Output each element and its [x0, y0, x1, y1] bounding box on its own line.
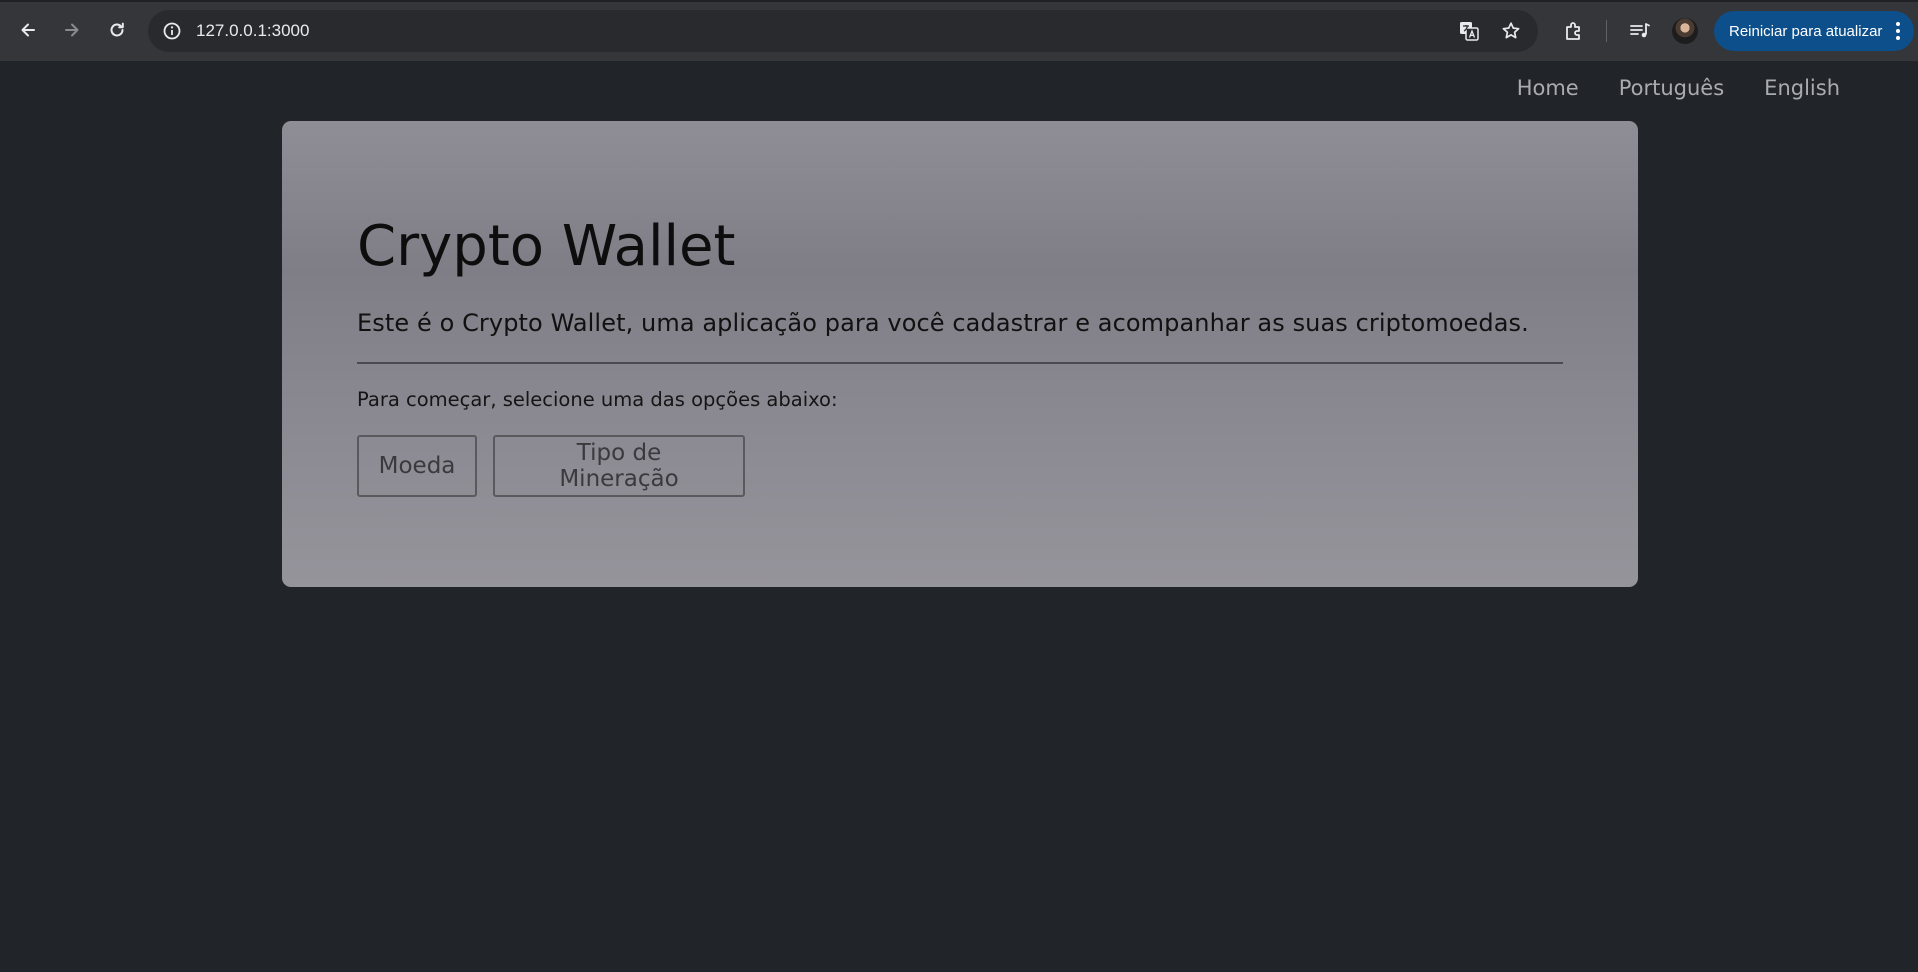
tab-strip-edge	[0, 0, 1918, 2]
profile-avatar[interactable]	[1672, 18, 1698, 44]
forward-icon[interactable]	[54, 12, 90, 48]
site-navbar: Home Português English	[1517, 70, 1840, 106]
reload-icon[interactable]	[99, 12, 135, 48]
divider	[357, 362, 1563, 364]
back-icon[interactable]	[10, 12, 46, 48]
restart-to-update-label: Reiniciar para atualizar	[1729, 22, 1883, 40]
page-title: Crypto Wallet	[357, 214, 736, 279]
media-controls-icon[interactable]	[1628, 19, 1652, 43]
nav-link-home[interactable]: Home	[1517, 76, 1579, 100]
mining-type-button[interactable]: Tipo de Mineração	[493, 435, 745, 497]
nav-link-portugues[interactable]: Português	[1619, 76, 1724, 100]
url-text[interactable]: 127.0.0.1:3000	[196, 21, 309, 41]
nav-link-english[interactable]: English	[1764, 76, 1840, 100]
extensions-icon[interactable]	[1562, 19, 1586, 43]
browser-toolbar: 127.0.0.1:3000 Reiniciar para atualizar	[0, 0, 1918, 61]
bookmark-star-icon[interactable]	[1500, 20, 1522, 42]
translate-icon[interactable]	[1458, 20, 1480, 42]
jumbotron-card: Crypto Wallet Este é o Crypto Wallet, um…	[282, 121, 1638, 587]
restart-to-update-button[interactable]: Reiniciar para atualizar	[1714, 11, 1914, 51]
kebab-menu-icon[interactable]	[1896, 22, 1900, 40]
lead-text: Este é o Crypto Wallet, uma aplicação pa…	[357, 309, 1529, 337]
toolbar-divider	[1606, 20, 1607, 42]
address-bar[interactable]: 127.0.0.1:3000	[148, 10, 1538, 52]
site-info-icon[interactable]	[162, 21, 182, 41]
coin-button[interactable]: Moeda	[357, 435, 477, 497]
prompt-text: Para começar, selecione uma das opções a…	[357, 388, 838, 411]
